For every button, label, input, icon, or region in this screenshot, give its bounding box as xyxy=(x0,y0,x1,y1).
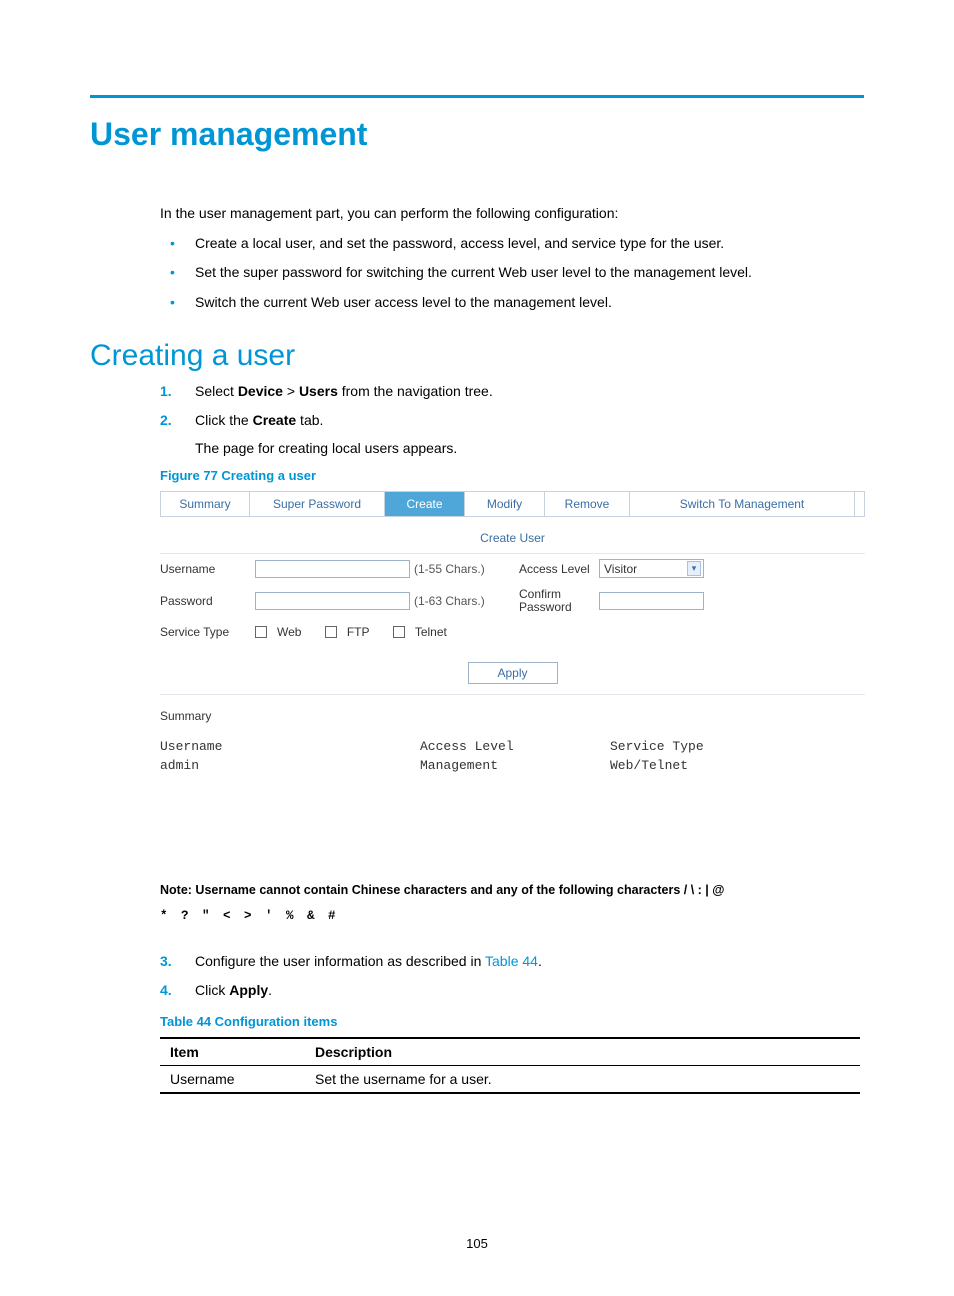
table-row: Username Set the username for a user. xyxy=(160,1065,860,1093)
section-heading: Creating a user xyxy=(90,339,864,373)
note-text: Note: Username cannot contain Chinese ch… xyxy=(160,878,865,929)
username-input[interactable] xyxy=(255,560,410,578)
confirm-password-label: Confirm Password xyxy=(499,588,599,614)
telnet-checkbox[interactable] xyxy=(393,626,405,638)
step-1: Select Device > Users from the navigatio… xyxy=(160,381,864,403)
ftp-checkbox[interactable] xyxy=(325,626,337,638)
list-item: Switch the current Web user access level… xyxy=(160,292,864,314)
table-44-link[interactable]: Table 44 xyxy=(485,953,538,969)
tab-modify[interactable]: Modify xyxy=(465,492,545,516)
step-4: Click Apply. xyxy=(160,980,864,1002)
step-2: Click the Create tab. xyxy=(160,410,864,432)
top-rule xyxy=(90,95,864,98)
tab-summary[interactable]: Summary xyxy=(160,492,250,516)
table-caption: Table 44 Configuration items xyxy=(160,1014,864,1029)
summary-header: Summary xyxy=(160,709,865,723)
tab-bar: Summary Super Password Create Modify Rem… xyxy=(160,491,865,517)
username-label: Username xyxy=(160,562,255,576)
page-title: User management xyxy=(90,116,864,153)
step-2-sub: The page for creating local users appear… xyxy=(195,440,864,456)
table-44: Item Description Username Set the userna… xyxy=(160,1037,860,1094)
web-checkbox[interactable] xyxy=(255,626,267,638)
password-input[interactable] xyxy=(255,592,410,610)
tab-remove[interactable]: Remove xyxy=(545,492,630,516)
divider xyxy=(160,694,865,695)
tab-super-password[interactable]: Super Password xyxy=(250,492,385,516)
summary-table-header: Username Access Level Service Type xyxy=(160,739,865,754)
tab-switch-management[interactable]: Switch To Management xyxy=(630,492,855,516)
chevron-down-icon: ▾ xyxy=(687,561,701,576)
figure-caption: Figure 77 Creating a user xyxy=(160,468,864,483)
summary-table-row: admin Management Web/Telnet xyxy=(160,758,865,858)
password-hint: (1-63 Chars.) xyxy=(414,594,499,608)
step-3: Configure the user information as descri… xyxy=(160,951,864,973)
tab-end-spacer xyxy=(855,492,865,516)
service-type-group: Web FTP Telnet xyxy=(255,625,467,639)
confirm-password-input[interactable] xyxy=(599,592,704,610)
password-label: Password xyxy=(160,594,255,608)
apply-button[interactable]: Apply xyxy=(468,662,558,684)
access-level-label: Access Level xyxy=(499,562,599,576)
username-hint: (1-55 Chars.) xyxy=(414,562,499,576)
tab-create[interactable]: Create xyxy=(385,492,465,516)
list-item: Set the super password for switching the… xyxy=(160,262,864,284)
intro-lead: In the user management part, you can per… xyxy=(160,203,864,225)
figure-77: Summary Super Password Create Modify Rem… xyxy=(160,491,865,928)
page-number: 105 xyxy=(0,1236,954,1251)
col-description: Description xyxy=(305,1038,860,1066)
panel-title: Create User xyxy=(160,517,865,554)
intro-bullets: Create a local user, and set the passwor… xyxy=(160,233,864,314)
access-level-value: Visitor xyxy=(604,562,637,576)
service-type-label: Service Type xyxy=(160,625,255,639)
col-item: Item xyxy=(160,1038,305,1066)
access-level-select[interactable]: Visitor ▾ xyxy=(599,559,704,578)
list-item: Create a local user, and set the passwor… xyxy=(160,233,864,255)
